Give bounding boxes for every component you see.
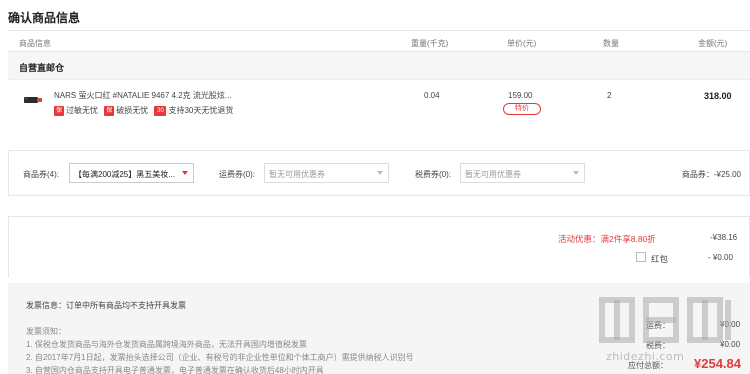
product-coupon-label: 商品券(4): (23, 170, 59, 179)
chevron-down-icon (377, 171, 383, 175)
redpack-value: - ¥0.00 (708, 253, 733, 262)
discount-panel (8, 216, 750, 278)
shipping-coupon-value: 暂无可用优惠券 (269, 170, 325, 179)
tag-allergy: 保过敏无忧 (54, 105, 98, 116)
lipstick-product-image[interactable] (22, 90, 44, 112)
invoice-notice-title: 发票须知： (26, 327, 66, 336)
activity-discount-value: -¥38.16 (710, 233, 738, 242)
tag-label: 过敏无忧 (66, 106, 98, 115)
tax-coupon-value: 暂无可用优惠券 (465, 170, 521, 179)
page-title: 确认商品信息 (8, 11, 81, 25)
invoice-notice-item: 1. 保税仓发货商品与海外仓发货商品属跨境海外商品，无法开具国内增值税发票 (26, 340, 307, 349)
shipping-coupon-label: 运费券(0): (219, 170, 255, 179)
watermark-text: zhidezhi.com (606, 350, 685, 363)
redpack-label: 红包 (651, 254, 669, 264)
invoice-notice-item: 3. 自营国内仓商品支持开具电子普通发票，电子普通发票在确认收货后48小时内开具 (26, 366, 324, 374)
header-amount: 金额(元) (698, 39, 728, 48)
special-price-badge: 特价 (503, 103, 541, 115)
product-quantity: 2 (607, 91, 612, 100)
tag-label: 破损无忧 (116, 106, 149, 115)
store-name: 自营直邮仓 (19, 63, 65, 73)
product-name-link[interactable]: NARS 萤火口红 #NATALIE 9467 4.2克 流光股炫... (54, 90, 232, 101)
return-30-icon: 30 (154, 105, 167, 116)
chevron-down-icon (182, 171, 188, 175)
invoice-info: 发票信息：订单中所有商品均不支持开具发票 (26, 301, 186, 310)
tag-return: 30 支持30天无忧退货 (154, 105, 233, 116)
invoice-notice-item: 2. 自2017年7月1日起，发票抬头选择公司（企业、有税号的非企业性单位和个体… (26, 353, 414, 362)
tag-damage: 保破损无忧 (104, 105, 148, 116)
tax-coupon-select[interactable]: 暂无可用优惠券 (460, 163, 585, 183)
product-price: 159.00 (508, 91, 533, 100)
tag-label: 支持30天无忧退货 (168, 106, 234, 115)
header-weight: 重量(千克) (411, 39, 449, 48)
product-service-tags: 保过敏无忧 保破损无忧 30 支持30天无忧退货 (54, 105, 237, 117)
header-price: 单价(元) (507, 39, 537, 48)
shield-icon: 保 (104, 105, 115, 116)
tax-coupon-label: 税费券(0): (415, 170, 451, 179)
shipping-coupon-select[interactable]: 暂无可用优惠券 (264, 163, 389, 183)
table-header: 商品信息 重量(千克) 单价(元) 数量 金额(元) (8, 30, 750, 52)
header-quantity: 数量 (603, 39, 619, 48)
redpack-checkbox[interactable] (636, 252, 646, 262)
header-product: 商品信息 (19, 39, 51, 48)
shield-icon: 保 (54, 105, 64, 116)
coupon-summary: 商品券：-¥25.00 (681, 170, 741, 179)
product-weight: 0.04 (424, 91, 440, 100)
store-row: 自营直邮仓 (8, 52, 750, 80)
chevron-down-icon (573, 171, 579, 175)
activity-discount-label: 活动优惠：满2件享8.80折 (558, 234, 656, 244)
product-coupon-value: 【每满200减25】黑五美妆... (74, 170, 175, 179)
product-coupon-select[interactable]: 【每满200减25】黑五美妆... (69, 163, 194, 183)
coupon-panel: 商品券(4): 【每满200减25】黑五美妆... 运费券(0): 暂无可用优惠… (8, 150, 750, 196)
product-amount: 318.00 (704, 91, 732, 101)
